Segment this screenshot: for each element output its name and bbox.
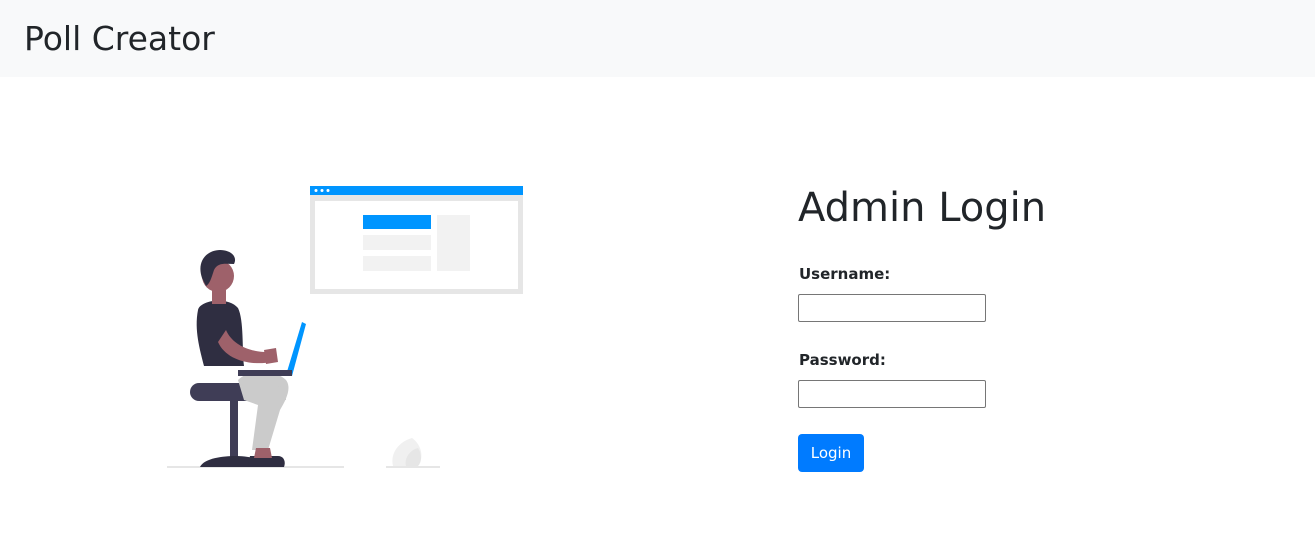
person-with-laptop-illustration xyxy=(160,180,540,480)
login-button[interactable]: Login xyxy=(798,434,864,472)
login-panel: Admin Login Username: Password: Login xyxy=(798,182,1198,472)
username-label: Username: xyxy=(799,265,891,283)
username-input[interactable] xyxy=(798,294,986,322)
password-label: Password: xyxy=(799,351,886,369)
login-title: Admin Login xyxy=(798,185,1047,231)
password-input[interactable] xyxy=(798,380,986,408)
navbar: Poll Creator xyxy=(0,0,1315,77)
brand-title[interactable]: Poll Creator xyxy=(24,19,215,59)
